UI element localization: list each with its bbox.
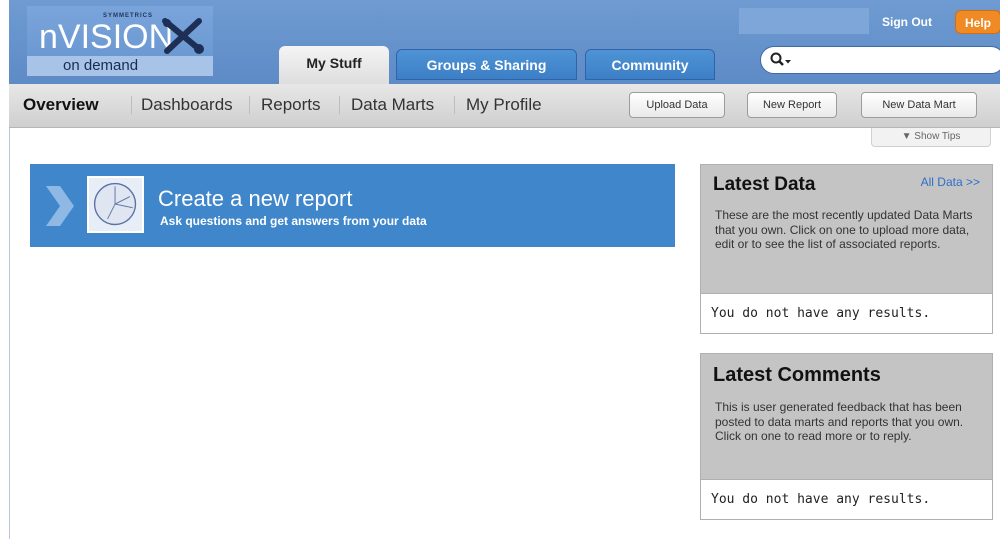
divider [249,96,250,114]
divider [339,96,340,114]
latest-data-panel: Latest Data All Data >> These are the mo… [700,164,993,334]
nav-data-marts[interactable]: Data Marts [351,95,434,115]
sign-out-link[interactable]: Sign Out [882,15,932,29]
latest-comments-panel: Latest Comments This is user generated f… [700,353,993,520]
logo[interactable]: SYMMETRICS nVISION on demand [27,6,213,76]
nav-overview[interactable]: Overview [23,95,99,115]
divider [131,96,132,114]
logo-tagline: on demand [27,56,213,76]
nav-dashboards[interactable]: Dashboards [141,95,233,115]
nav-my-profile[interactable]: My Profile [466,95,542,115]
banner-subtitle: Ask questions and get answers from your … [160,214,427,228]
create-report-banner[interactable]: Create a new report Ask questions and ge… [30,164,675,247]
logo-product: nVISION [39,18,174,56]
header: SYMMETRICS nVISION on demand Sign Out He… [9,0,1000,84]
latest-data-title: Latest Data [713,174,816,195]
banner-title: Create a new report [158,186,353,211]
upload-data-button[interactable]: Upload Data [629,92,725,118]
tab-my-stuff[interactable]: My Stuff [279,46,389,84]
nav-reports[interactable]: Reports [261,95,321,115]
search-icon[interactable] [770,52,792,68]
new-data-mart-button[interactable]: New Data Mart [861,92,977,118]
divider [454,96,455,114]
latest-comments-empty: You do not have any results. [701,479,992,519]
latest-data-description: These are the most recently updated Data… [715,208,973,251]
all-data-link[interactable]: All Data >> [921,175,980,189]
tab-groups-sharing[interactable]: Groups & Sharing [396,49,577,80]
latest-comments-description: This is user generated feedback that has… [715,400,964,443]
search-input[interactable] [760,46,1000,74]
tab-community[interactable]: Community [585,49,715,80]
latest-comments-title: Latest Comments [713,364,881,386]
show-tips-toggle[interactable]: ▼ Show Tips [871,128,991,147]
new-report-button[interactable]: New Report [747,92,837,118]
chevron-right-icon [46,186,74,226]
sub-navigation: Overview Dashboards Reports Data Marts M… [9,84,1000,128]
logo-mark-icon [162,18,204,54]
page: SYMMETRICS nVISION on demand Sign Out He… [0,0,1000,539]
help-button[interactable]: Help [955,10,1000,34]
latest-data-empty: You do not have any results. [701,293,992,333]
user-area [739,8,869,34]
report-clock-icon [87,176,144,233]
